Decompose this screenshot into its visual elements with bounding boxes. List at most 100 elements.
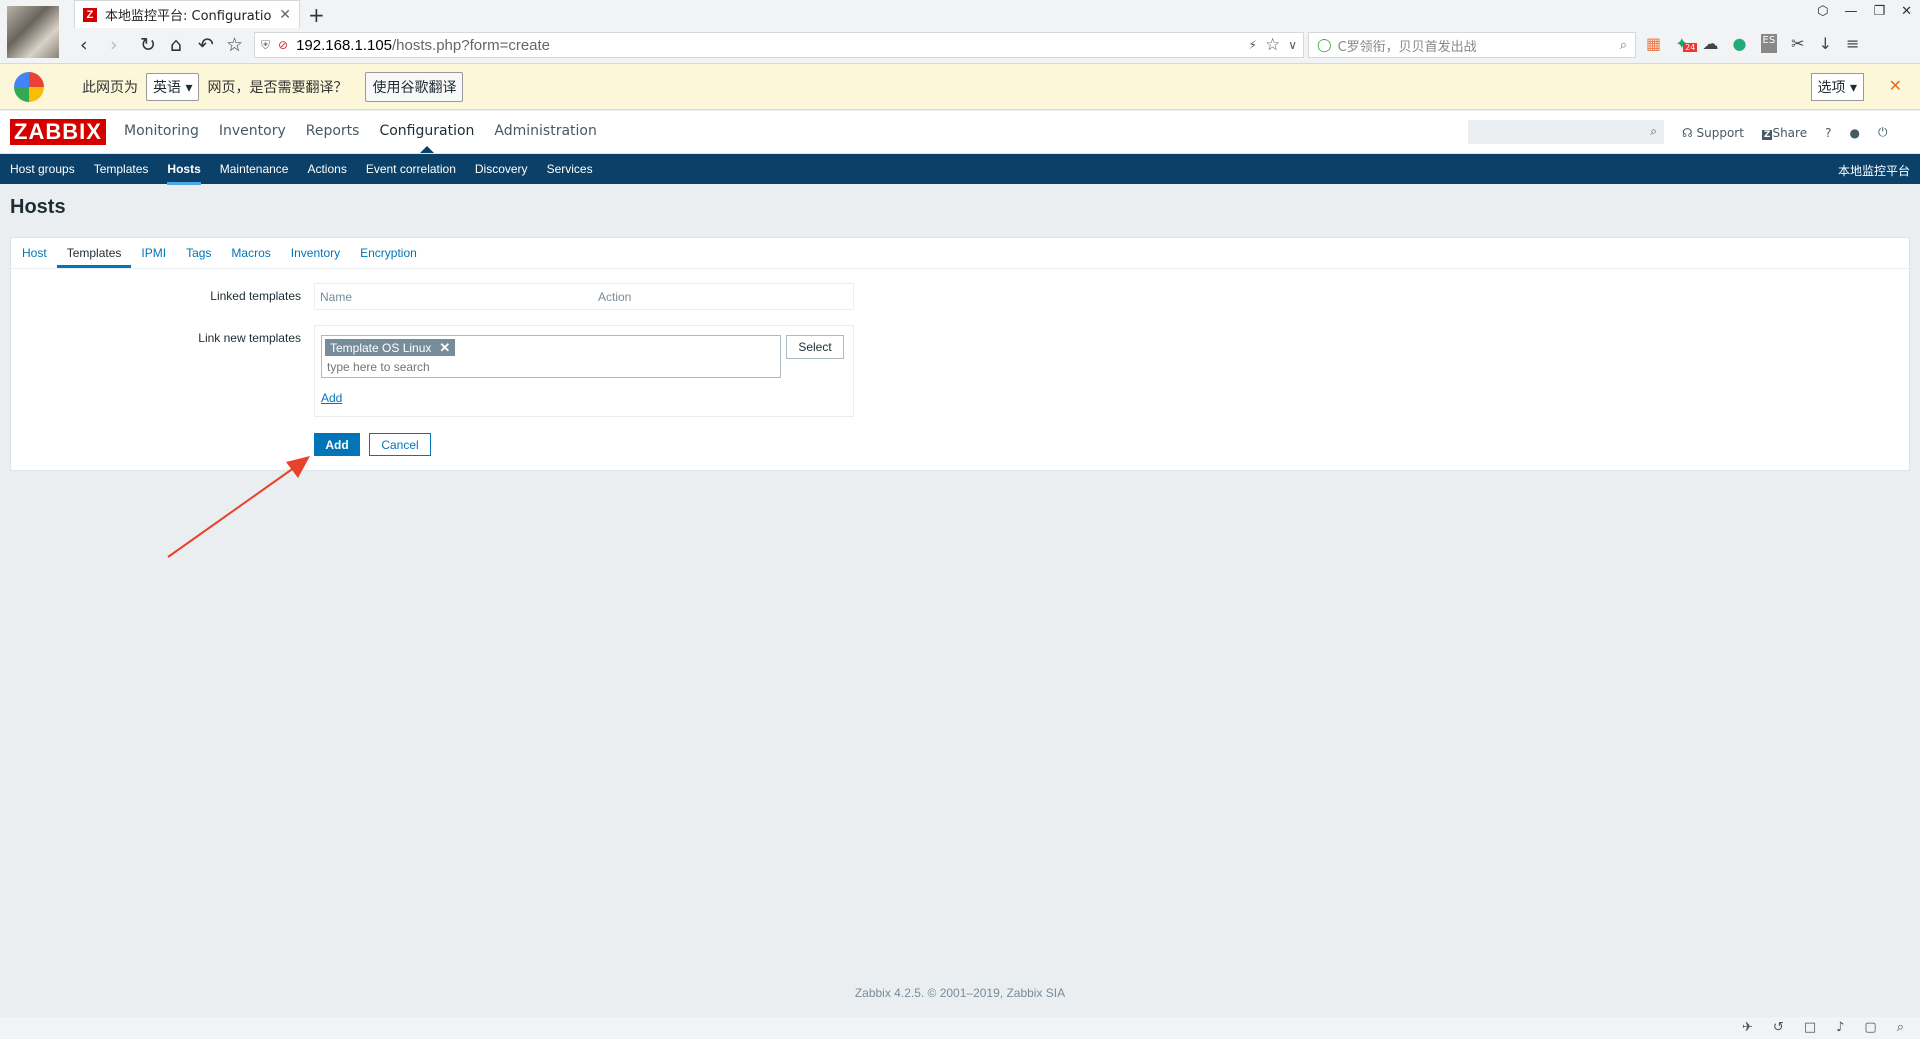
browser-tab[interactable]: Z 本地监控平台: Configuration o ✕ bbox=[74, 0, 300, 28]
footer-text: Zabbix 4.2.5. © 2001–2019, bbox=[854, 986, 1007, 1000]
submenu-services[interactable]: Services bbox=[547, 162, 593, 176]
search-box[interactable]: ◯ C罗领衔，贝贝首发出战 ⌕ bbox=[1308, 32, 1636, 58]
pin-icon[interactable]: ✈ bbox=[1742, 1020, 1753, 1035]
host-form: Host Templates IPMI Tags Macros Inventor… bbox=[10, 237, 1910, 471]
submenu-templates[interactable]: Templates bbox=[94, 162, 149, 176]
history-icon[interactable]: ↺ bbox=[1773, 1020, 1784, 1035]
volume-icon[interactable]: ♪ bbox=[1836, 1020, 1844, 1035]
bookmark-star-icon[interactable]: ☆ bbox=[226, 34, 243, 56]
url-text: 192.168.1.105/hosts.php?form=create bbox=[296, 36, 551, 54]
tab-title: 本地监控平台: Configuration o bbox=[105, 9, 272, 24]
sub-menu: Host groups Templates Hosts Maintenance … bbox=[0, 154, 1920, 185]
shield-icon: ⛨ bbox=[261, 37, 271, 52]
cloud-icon[interactable]: ☁ bbox=[1703, 34, 1719, 53]
menu-monitoring[interactable]: Monitoring bbox=[124, 123, 199, 139]
page-title: Hosts bbox=[10, 196, 66, 218]
header-links: ☊ Support Z Share ? ● ⏻ bbox=[1682, 125, 1887, 140]
undo-icon[interactable]: ↶ bbox=[198, 34, 214, 56]
close-window-icon[interactable]: ✕ bbox=[1901, 4, 1912, 19]
search-placeholder: C罗领衔，贝贝首发出战 bbox=[1337, 39, 1477, 55]
template-search-input[interactable] bbox=[327, 360, 767, 374]
column-action: Action bbox=[598, 290, 632, 304]
close-translate-icon[interactable]: ✕ bbox=[1889, 76, 1902, 95]
menu-inventory[interactable]: Inventory bbox=[219, 123, 286, 139]
browser-status-bar: ✈ ↺ □ ♪ ▢ ⌕ bbox=[0, 1017, 1920, 1039]
zabbix-sia-link[interactable]: Zabbix SIA bbox=[1006, 986, 1065, 1000]
column-name: Name bbox=[320, 290, 353, 304]
scissors-icon[interactable]: ✂ bbox=[1791, 34, 1804, 53]
back-icon[interactable]: ‹ bbox=[80, 34, 88, 56]
linked-templates-table: Name Action bbox=[314, 283, 854, 310]
add-template-link[interactable]: Add bbox=[321, 391, 342, 405]
home-icon[interactable]: ⌂ bbox=[170, 34, 182, 56]
browser-toolbar: Z 本地监控平台: Configuration o ✕ + ⬡ — ❐ ✕ ‹ … bbox=[0, 0, 1920, 64]
share-link[interactable]: Z Share bbox=[1761, 126, 1807, 140]
linked-templates-label: Linked templates bbox=[210, 289, 301, 303]
window-icon[interactable]: ▢ bbox=[1864, 1020, 1876, 1035]
search-icon[interactable]: ⌕ bbox=[1650, 124, 1657, 139]
insecure-icon: ⊘ bbox=[278, 38, 289, 52]
favorite-star-icon[interactable]: ☆ bbox=[1265, 35, 1280, 55]
menu-reports[interactable]: Reports bbox=[306, 123, 360, 139]
template-multiselect[interactable]: Template OS Linux ✕ bbox=[321, 335, 781, 378]
zoom-icon[interactable]: ⌕ bbox=[1897, 1020, 1904, 1035]
menu-administration[interactable]: Administration bbox=[494, 123, 596, 139]
maximize-icon[interactable]: ❐ bbox=[1873, 4, 1885, 19]
address-bar[interactable]: ⛨ ⊘ 192.168.1.105/hosts.php?form=create … bbox=[254, 32, 1304, 58]
game-icon[interactable]: ✦ 24 bbox=[1675, 34, 1698, 53]
support-link[interactable]: ☊ Support bbox=[1682, 126, 1744, 140]
globe-icon[interactable]: ● bbox=[1733, 34, 1747, 53]
submenu-event-correlation[interactable]: Event correlation bbox=[366, 162, 456, 176]
tab-templates[interactable]: Templates bbox=[56, 238, 132, 268]
menu-configuration[interactable]: Configuration bbox=[379, 123, 474, 153]
download-icon[interactable]: ↓ bbox=[1819, 34, 1832, 53]
options-dropdown[interactable]: 选项 ▾ bbox=[1810, 73, 1864, 101]
language-select[interactable]: 英语 ▾ bbox=[146, 72, 200, 101]
reload-icon[interactable]: ↻ bbox=[140, 34, 156, 56]
window-controls: ⬡ — ❐ ✕ bbox=[1817, 4, 1912, 19]
main-menu: Monitoring Inventory Reports Configurati… bbox=[124, 123, 597, 153]
zabbix-logo[interactable]: ZABBIX bbox=[10, 119, 106, 145]
submenu-host-groups[interactable]: Host groups bbox=[10, 162, 75, 176]
tab-encryption[interactable]: Encryption bbox=[350, 238, 427, 268]
extension-icons: ▦ ✦ 24 ☁ ● ES ✂ ↓ ≡ bbox=[1646, 34, 1859, 53]
tab-inventory[interactable]: Inventory bbox=[281, 238, 350, 268]
lightning-icon[interactable]: ⚡ bbox=[1249, 38, 1257, 52]
link-new-templates-box: Template OS Linux ✕ Select Add bbox=[314, 325, 854, 417]
close-tab-icon[interactable]: ✕ bbox=[279, 7, 291, 23]
user-avatar[interactable] bbox=[7, 6, 59, 58]
add-button[interactable]: Add bbox=[314, 433, 360, 456]
new-tab-button[interactable]: + bbox=[308, 3, 325, 27]
select-button[interactable]: Select bbox=[786, 335, 844, 359]
forward-icon[interactable]: › bbox=[110, 34, 118, 56]
submenu-actions[interactable]: Actions bbox=[307, 162, 346, 176]
link-new-templates-label: Link new templates bbox=[198, 331, 301, 345]
submenu-hosts[interactable]: Hosts bbox=[167, 162, 202, 185]
search-icon[interactable]: ⌕ bbox=[1620, 38, 1627, 53]
apps-grid-icon[interactable]: ▦ bbox=[1646, 34, 1661, 53]
remove-template-icon[interactable]: ✕ bbox=[439, 340, 450, 356]
minimize-icon[interactable]: — bbox=[1844, 4, 1857, 19]
global-search-input[interactable]: ⌕ bbox=[1468, 120, 1664, 144]
help-icon[interactable]: ? bbox=[1825, 126, 1831, 140]
form-tabs: Host Templates IPMI Tags Macros Inventor… bbox=[11, 238, 1909, 269]
submenu-maintenance[interactable]: Maintenance bbox=[220, 162, 289, 176]
translate-button[interactable]: 使用谷歌翻译 bbox=[365, 71, 464, 102]
dropdown-chevron-icon[interactable]: ∨ bbox=[1288, 38, 1297, 52]
trash-icon[interactable]: □ bbox=[1804, 1020, 1816, 1035]
es-icon[interactable]: ES bbox=[1760, 34, 1778, 53]
tab-macros[interactable]: Macros bbox=[221, 238, 280, 268]
tab-host[interactable]: Host bbox=[12, 238, 57, 268]
submenu-discovery[interactable]: Discovery bbox=[475, 162, 528, 176]
skin-icon[interactable]: ⬡ bbox=[1817, 4, 1828, 19]
translate-suffix: 网页，是否需要翻译？ bbox=[207, 79, 348, 96]
tab-ipmi[interactable]: IPMI bbox=[131, 238, 176, 268]
selected-template-chip: Template OS Linux ✕ bbox=[325, 339, 456, 356]
tab-tags[interactable]: Tags bbox=[176, 238, 221, 268]
user-profile-icon[interactable]: ● bbox=[1849, 126, 1859, 140]
translate-prefix: 此网页为 bbox=[82, 79, 138, 96]
menu-icon[interactable]: ≡ bbox=[1846, 34, 1859, 53]
cancel-button[interactable]: Cancel bbox=[369, 433, 431, 456]
zabbix-favicon-icon: Z bbox=[83, 7, 97, 22]
sign-out-icon[interactable]: ⏻ bbox=[1878, 125, 1888, 140]
